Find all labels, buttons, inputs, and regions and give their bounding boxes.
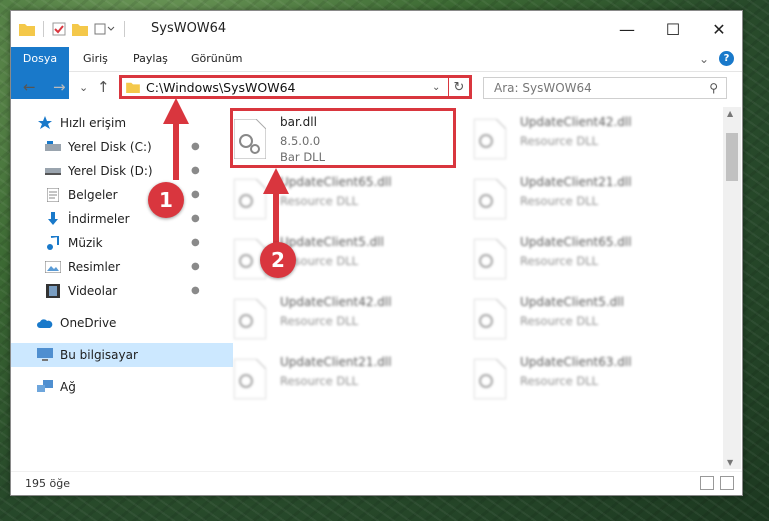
arrow-2-head bbox=[263, 168, 289, 194]
callout-badge-2: 2 bbox=[260, 242, 296, 278]
annotation-arrows bbox=[163, 98, 289, 250]
callout-badge-1: 1 bbox=[148, 182, 184, 218]
arrow-1-head bbox=[163, 98, 189, 124]
